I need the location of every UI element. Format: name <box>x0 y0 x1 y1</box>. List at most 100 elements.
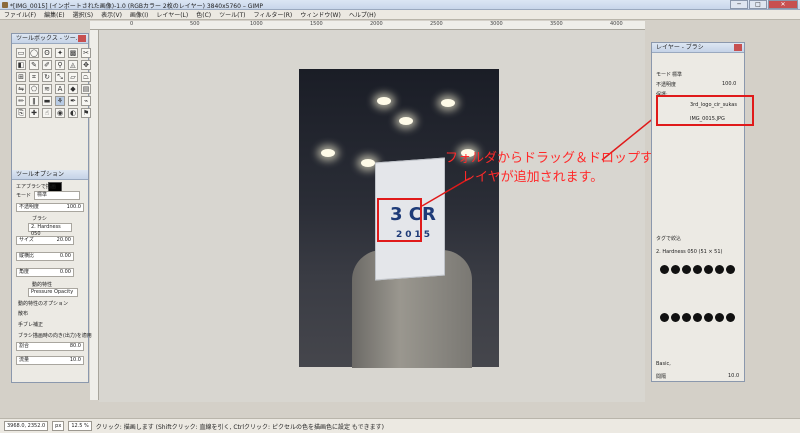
rate-slider[interactable]: 割合 80.0 <box>16 342 84 351</box>
aspect-label: 縦横比 <box>19 253 35 259</box>
zoom-select[interactable]: 12.5 % <box>68 421 92 431</box>
dynamics-label: 動的特性 <box>32 282 53 288</box>
mypaint-brush-icon[interactable]: ⌁ <box>81 96 91 106</box>
brush-thumbnail[interactable] <box>693 265 702 274</box>
smudge-icon[interactable]: ☝ <box>42 108 52 118</box>
brush-thumbnail[interactable] <box>704 313 713 322</box>
dynamics-value: Pressure Opacity <box>31 289 74 295</box>
size-value: 20.00 <box>56 237 71 243</box>
brush-thumbnail[interactable] <box>726 265 735 274</box>
layers-opacity-value[interactable]: 100.0 <box>722 81 736 87</box>
brush-thumbnail[interactable] <box>693 313 702 322</box>
apply-jitter-checkbox[interactable]: ブラシ描画時の向き(出力)を適用 <box>18 332 92 339</box>
aspect-slider[interactable]: 縦横比 0.00 <box>16 252 74 261</box>
crop-icon[interactable]: ⌗ <box>29 72 39 82</box>
color-select-icon[interactable]: ▩ <box>68 48 78 58</box>
layers-opacity-label: 不透明度 <box>656 82 677 88</box>
mode-value: 標準 <box>37 192 48 198</box>
foreground-select-icon[interactable]: ◧ <box>16 60 26 70</box>
brush-grid[interactable] <box>660 265 735 359</box>
blur-icon[interactable]: ◉ <box>55 108 65 118</box>
brush-thumbnail[interactable] <box>660 313 669 322</box>
zoom-icon[interactable]: ⚲ <box>55 60 65 70</box>
layers-title: レイヤー - ブラシ <box>652 43 744 53</box>
shear-icon[interactable]: ▱ <box>68 72 78 82</box>
brush-thumbnail[interactable] <box>682 313 691 322</box>
mode-select[interactable]: 標準 <box>34 191 80 200</box>
perspective-icon[interactable]: ⏢ <box>81 72 91 82</box>
clone-icon[interactable]: ⎘ <box>16 108 26 118</box>
brush-thumbnail[interactable] <box>704 265 713 274</box>
flow-value: 10.0 <box>69 357 81 363</box>
angle-slider[interactable]: 角度 0.00 <box>16 268 74 277</box>
brush-thumbnail[interactable] <box>682 265 691 274</box>
dynamics-select[interactable]: Pressure Opacity <box>28 288 78 297</box>
opacity-slider[interactable]: 不透明度 100.0 <box>16 203 84 212</box>
color-picker-icon[interactable]: ✐ <box>42 60 52 70</box>
fuzzy-select-icon[interactable]: ✦ <box>55 48 65 58</box>
bucket-fill-icon[interactable]: ◆ <box>68 84 78 94</box>
brush-tag-input[interactable]: Basic, <box>656 361 671 367</box>
status-bar: 3968.0, 2352.0 px 12.5 % クリック: 描画します (Sh… <box>0 418 800 433</box>
gradient-icon[interactable]: ▤ <box>81 84 91 94</box>
smooth-checkbox[interactable]: 手ブレ補正 <box>18 321 43 328</box>
rotate-icon[interactable]: ↻ <box>42 72 52 82</box>
warp-icon[interactable]: ≋ <box>42 84 52 94</box>
brush-thumbnail[interactable] <box>660 265 669 274</box>
pencil-icon[interactable]: ✏ <box>16 96 26 106</box>
cage-icon[interactable]: ⬠ <box>29 84 39 94</box>
brush-filter-input[interactable]: タグで絞込 <box>656 235 681 242</box>
status-message: クリック: 描画します (Shiftクリック: 直線を引く, Ctrlクリック:… <box>95 423 384 431</box>
rate-label: 割合 <box>19 343 30 349</box>
toolbox-close-icon[interactable] <box>78 35 86 42</box>
spacing-label: 間隔 <box>656 374 667 380</box>
brush-thumbnail[interactable] <box>671 265 680 274</box>
angle-label: 角度 <box>19 269 30 275</box>
brush-select[interactable]: 2. Hardness 050 <box>28 223 72 237</box>
heal-icon[interactable]: ✚ <box>29 108 39 118</box>
toolbox-title-text: ツールボックス - ツー... <box>16 35 82 42</box>
align-icon[interactable]: ⊞ <box>16 72 26 82</box>
toolbox-panel: ツールボックス - ツー... ▭ ◯ ʘ ✦ ▩ ✂ ◧ ✎ ✐ ⚲ ◬ ✥ … <box>11 33 92 383</box>
unit-select[interactable]: px <box>52 421 65 431</box>
angle-value: 0.00 <box>59 269 71 275</box>
move-icon[interactable]: ✥ <box>81 60 91 70</box>
layers-mode-label: モード <box>656 72 672 78</box>
paths-icon[interactable]: ✎ <box>29 60 39 70</box>
eraser-icon[interactable]: ▬ <box>42 96 52 106</box>
scale-icon[interactable]: ⤡ <box>55 72 65 82</box>
paintbrush-icon[interactable]: ǁ <box>29 96 39 106</box>
airbrush-icon[interactable]: ⚘ <box>55 96 65 106</box>
text-icon[interactable]: A <box>55 84 65 94</box>
pointer-coords: 3968.0, 2352.0 <box>4 421 49 431</box>
flow-label: 流量 <box>19 357 30 363</box>
brush-thumbnail[interactable] <box>715 265 724 274</box>
free-select-icon[interactable]: ʘ <box>42 48 52 58</box>
rect-select-icon[interactable]: ▭ <box>16 48 26 58</box>
size-label: サイズ <box>19 237 34 243</box>
scissors-icon[interactable]: ✂ <box>81 48 91 58</box>
brush-thumbnail[interactable] <box>715 313 724 322</box>
ellipse-select-icon[interactable]: ◯ <box>29 48 39 58</box>
flow-slider[interactable]: 流量 10.0 <box>16 356 84 365</box>
perspective-clone-icon[interactable]: ⚑ <box>81 108 91 118</box>
size-slider[interactable]: サイズ 20.00 <box>16 236 74 245</box>
mode-label: モード <box>16 193 32 199</box>
dynamics-options-expander[interactable]: 動的特性のオプション <box>18 300 68 307</box>
layers-close-icon[interactable] <box>734 44 742 51</box>
flip-icon[interactable]: ⇋ <box>16 84 26 94</box>
current-brush-name: 2. Hardness 050 (51 × 51) <box>656 249 723 255</box>
ink-icon[interactable]: ✒ <box>68 96 78 106</box>
spacing-value[interactable]: 10.0 <box>728 373 739 379</box>
jitter-checkbox[interactable]: 散布 <box>18 310 28 317</box>
tool-grid: ▭ ◯ ʘ ✦ ▩ ✂ ◧ ✎ ✐ ⚲ ◬ ✥ ⊞ ⌗ ↻ ⤡ ▱ ⏢ ⇋ ⬠ … <box>16 48 91 118</box>
layers-mode-value[interactable]: 標準 <box>672 71 682 78</box>
tool-name: エアブラシで描画 <box>16 184 56 190</box>
measure-icon[interactable]: ◬ <box>68 60 78 70</box>
brush-thumbnail[interactable] <box>671 313 680 322</box>
dodge-burn-icon[interactable]: ◐ <box>68 108 78 118</box>
opacity-value: 100.0 <box>66 204 81 210</box>
tool-options-title: ツールオプション <box>16 171 65 178</box>
highlight-box-layers <box>656 95 754 126</box>
brush-thumbnail[interactable] <box>726 313 735 322</box>
